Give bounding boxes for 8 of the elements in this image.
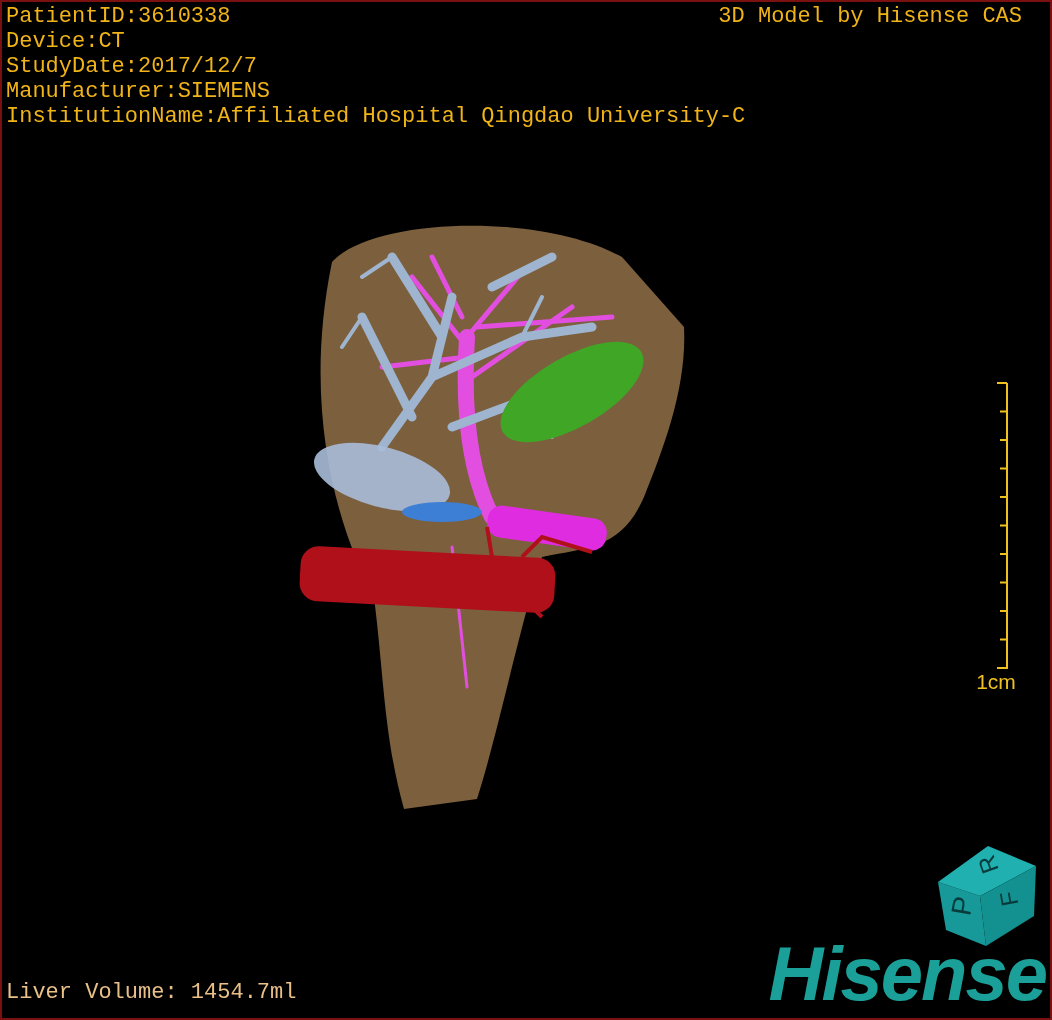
info-text: Manufacturer:SIEMENS bbox=[6, 79, 271, 104]
scale-label: 1cm bbox=[976, 670, 1016, 694]
viewer-title: 3D Model by Hisense CAS bbox=[718, 4, 1022, 29]
liver-volume-text: Liver Volume: 1454.7ml bbox=[6, 980, 297, 1006]
info-text: PatientID:3610338 bbox=[6, 4, 231, 29]
info-text: Device:CT bbox=[6, 29, 125, 54]
info-text: StudyDate:2017/12/7 bbox=[6, 54, 257, 79]
info-text: InstitutionName:Affiliated Hospital Qingdao University-C bbox=[6, 104, 746, 129]
